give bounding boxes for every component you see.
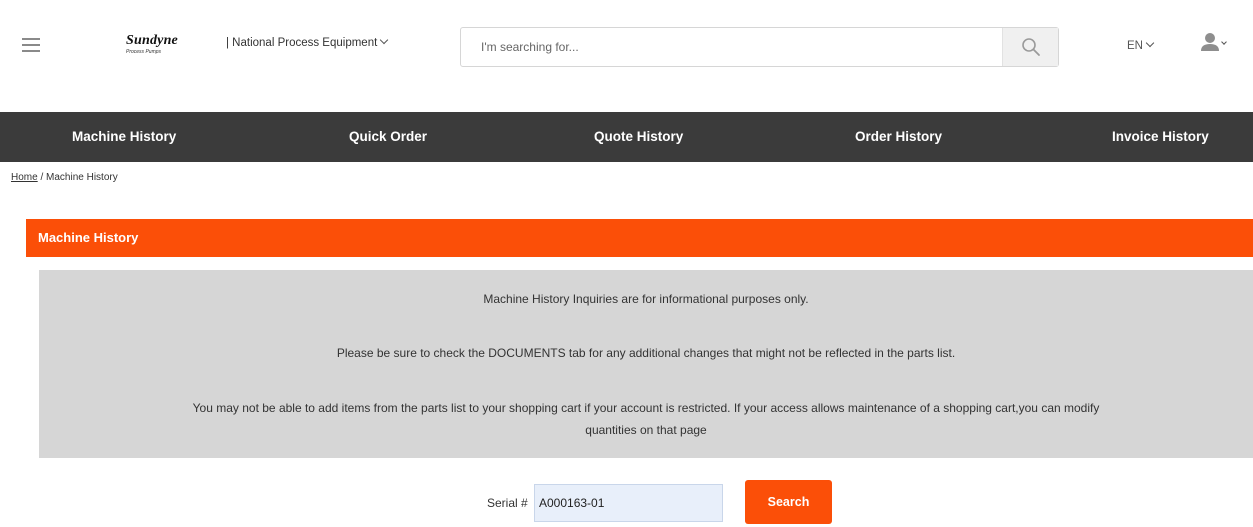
- nav-item-quote-history[interactable]: Quote History: [594, 112, 683, 162]
- hamburger-menu-icon[interactable]: [22, 38, 40, 52]
- nav-item-order-history[interactable]: Order History: [855, 112, 942, 162]
- info-text: You may not be able to add items from th…: [192, 401, 1100, 415]
- breadcrumb: Home / Machine History: [11, 172, 118, 183]
- language-selector[interactable]: EN: [1127, 38, 1155, 52]
- company-label: | National Process Equipment: [226, 37, 378, 49]
- company-selector[interactable]: | National Process Equipment: [226, 35, 389, 49]
- nav-item-quick-order[interactable]: Quick Order: [349, 112, 427, 162]
- serial-input[interactable]: [534, 484, 723, 522]
- breadcrumb-separator: /: [37, 172, 47, 183]
- logo-text: Sundyne: [126, 33, 178, 48]
- search-bar: [460, 27, 1059, 67]
- breadcrumb-current: Machine History: [46, 172, 118, 183]
- logo[interactable]: Sundyne Process Pumps: [126, 34, 212, 62]
- language-label: EN: [1127, 40, 1143, 52]
- chevron-down-icon: [1145, 38, 1155, 48]
- chevron-down-icon: [380, 35, 389, 45]
- search-input[interactable]: [461, 28, 1001, 66]
- info-notice: Machine History Inquiries are for inform…: [39, 270, 1253, 458]
- user-icon: [1201, 33, 1219, 51]
- header: Sundyne Process Pumps | National Process…: [0, 0, 1253, 112]
- serial-label: Serial #: [487, 496, 528, 510]
- search-button[interactable]: Search: [745, 480, 832, 524]
- info-text: Please be sure to check the DOCUMENTS ta…: [336, 346, 956, 360]
- nav-item-machine-history[interactable]: Machine History: [72, 112, 176, 162]
- info-text: quantities on that page: [585, 423, 707, 437]
- nav-item-invoice-history[interactable]: Invoice History: [1112, 112, 1209, 162]
- search-button[interactable]: [1002, 28, 1058, 66]
- main-nav: Machine History Quick Order Quote Histor…: [0, 112, 1253, 162]
- chevron-down-icon: [1221, 39, 1227, 45]
- search-icon: [1022, 38, 1040, 56]
- breadcrumb-home-link[interactable]: Home: [11, 172, 38, 183]
- logo-subtext: Process Pumps: [126, 49, 162, 55]
- page-title: Machine History: [26, 219, 1253, 257]
- info-text: Machine History Inquiries are for inform…: [483, 292, 809, 306]
- user-menu[interactable]: [1200, 31, 1230, 57]
